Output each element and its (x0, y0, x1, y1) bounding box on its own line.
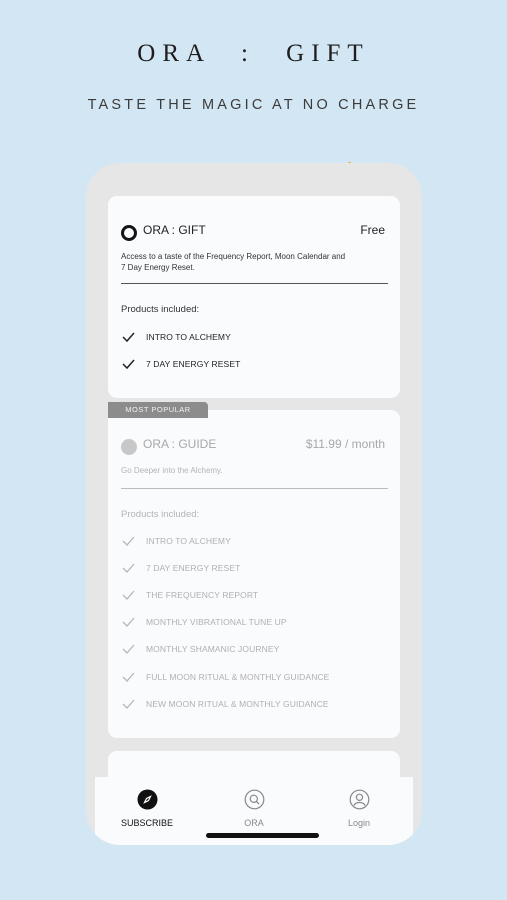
compass-icon (137, 789, 157, 810)
check-icon (122, 672, 135, 682)
radio-unselected[interactable] (121, 439, 137, 455)
list-item: 7 DAY ENERGY RESET (121, 357, 240, 371)
check-icon (122, 563, 135, 573)
tab-label: ORA (244, 818, 264, 828)
plan-card-guide[interactable]: ORA : GUIDE $11.99 / month Go Deeper int… (108, 410, 400, 738)
divider (121, 283, 388, 284)
most-popular-badge: MOST POPULAR (108, 402, 208, 418)
plan-name: ORA : GUIDE (143, 437, 217, 451)
tab-bar: SUBSCRIBE ORA Login (95, 777, 413, 845)
item-label: 7 DAY ENERGY RESET (146, 359, 241, 369)
page-subtitle: TASTE THE MAGIC AT NO CHARGE (87, 97, 420, 113)
item-label: INTRO TO ALCHEMY (146, 536, 231, 546)
plan-description: Access to a taste of the Frequency Repor… (121, 252, 346, 272)
tab-subscribe[interactable]: SUBSCRIBE (102, 789, 192, 828)
item-label: MONTHLY VIBRATIONAL TUNE UP (146, 617, 287, 627)
check-icon (122, 359, 135, 370)
list-item: 7 DAY ENERGY RESET (121, 561, 240, 575)
check-icon (122, 644, 135, 654)
tab-label: Login (347, 818, 371, 828)
list-item: MONTHLY SHAMANIC JOURNEY (121, 642, 279, 656)
check-icon (122, 590, 135, 600)
item-label: THE FREQUENCY REPORT (146, 590, 259, 600)
plan-price: Free (360, 223, 385, 237)
check-icon (122, 536, 135, 546)
list-item: INTRO TO ALCHEMY (121, 534, 231, 548)
plan-name: ORA : GIFT (143, 223, 206, 237)
item-label: 7 DAY ENERGY RESET (146, 563, 241, 573)
user-icon (349, 789, 369, 810)
plan-price: $11.99 / month (305, 437, 385, 451)
plan-card-gift[interactable]: ORA : GIFT Free Access to a taste of the… (108, 196, 400, 398)
check-icon (122, 699, 135, 709)
item-label: INTRO TO ALCHEMY (146, 332, 231, 342)
products-included-label: Products included: (121, 304, 200, 315)
radio-selected[interactable] (121, 225, 137, 241)
divider (121, 488, 388, 489)
check-icon (122, 617, 135, 627)
check-icon (122, 332, 135, 343)
list-item: NEW MOON RITUAL & MONTHLY GUIDANCE (121, 697, 329, 711)
list-item: FULL MOON RITUAL & MONTHLY GUIDANCE (121, 670, 329, 684)
item-label: FULL MOON RITUAL & MONTHLY GUIDANCE (146, 672, 330, 682)
list-item: THE FREQUENCY REPORT (121, 588, 258, 602)
item-label: MONTHLY SHAMANIC JOURNEY (146, 644, 280, 654)
search-icon (244, 789, 264, 810)
plan-description: Go Deeper into the Alchemy. (121, 466, 223, 475)
tab-label: SUBSCRIBE (120, 818, 173, 828)
home-indicator[interactable] (206, 833, 319, 838)
tab-ora[interactable]: ORA (209, 789, 299, 828)
products-included-label: Products included: (121, 509, 200, 520)
item-label: NEW MOON RITUAL & MONTHLY GUIDANCE (146, 699, 329, 709)
tab-login[interactable]: Login (314, 789, 404, 828)
list-item: MONTHLY VIBRATIONAL TUNE UP (121, 615, 287, 629)
page-title: ORA : GIFT (137, 40, 370, 67)
phone-frame: ORA : GIFT Free Access to a taste of the… (86, 163, 422, 845)
list-item: INTRO TO ALCHEMY (121, 330, 231, 344)
